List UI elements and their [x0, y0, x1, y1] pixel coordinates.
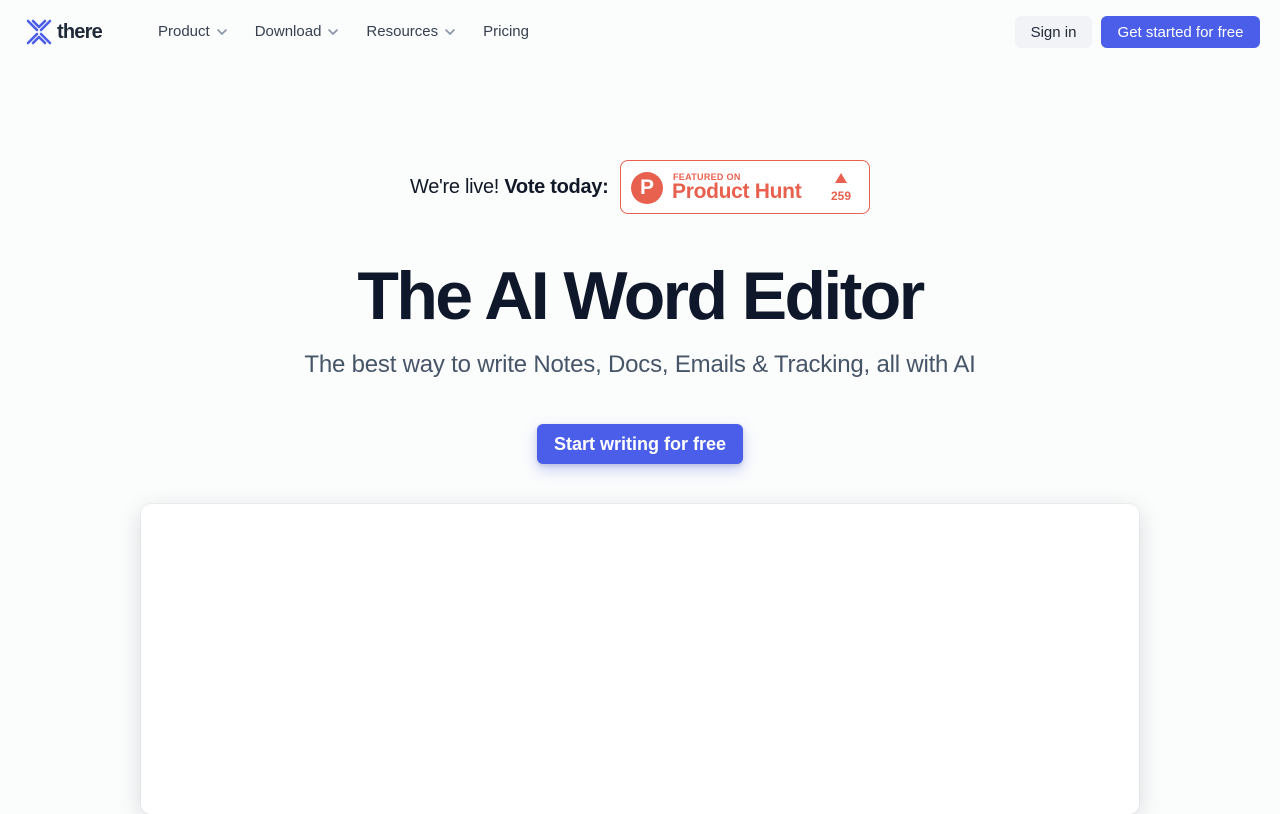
nav-item-label: Product — [158, 23, 210, 40]
announcement-bar: We're live! Vote today: P FEATURED ON Pr… — [0, 160, 1280, 214]
nav-item-label: Pricing — [483, 23, 529, 40]
site-header: there Product Download Resources Pricing… — [0, 0, 1280, 64]
product-hunt-badge[interactable]: P FEATURED ON Product Hunt 259 — [620, 160, 870, 214]
announcement-emphasis: Vote today: — [504, 176, 609, 198]
nav-item-label: Resources — [366, 23, 439, 40]
brand-logo-link[interactable]: there — [26, 19, 103, 45]
nav-item-download[interactable]: Download — [255, 20, 340, 44]
nav-item-resources[interactable]: Resources — [366, 20, 456, 44]
app-preview-panel — [141, 504, 1139, 814]
brand-name: there — [57, 21, 103, 43]
announcement-text: We're live! Vote today: — [410, 160, 609, 214]
start-writing-button[interactable]: Start writing for free — [537, 424, 743, 464]
chevron-down-icon — [445, 29, 455, 35]
hero-title: The AI Word Editor — [357, 258, 925, 334]
chevron-down-icon — [216, 29, 227, 35]
upvote-arrow-icon — [835, 173, 847, 183]
announcement-prefix: We're live! — [410, 176, 500, 198]
chevron-down-icon — [328, 29, 339, 35]
hero-subtitle: The best way to write Notes, Docs, Email… — [304, 351, 976, 378]
nav-item-product[interactable]: Product — [158, 20, 228, 44]
product-hunt-logo-icon: P — [631, 172, 663, 204]
x-logo-icon — [26, 19, 52, 45]
sign-in-button[interactable]: Sign in — [1015, 16, 1092, 48]
nav-item-label: Download — [254, 23, 322, 40]
get-started-button[interactable]: Get started for free — [1101, 16, 1260, 48]
badge-product-name: Product Hunt — [672, 180, 802, 203]
main-nav: Product Download Resources Pricing — [158, 20, 556, 44]
badge-vote-count: 259 — [830, 189, 852, 203]
nav-item-pricing[interactable]: Pricing — [483, 20, 529, 44]
